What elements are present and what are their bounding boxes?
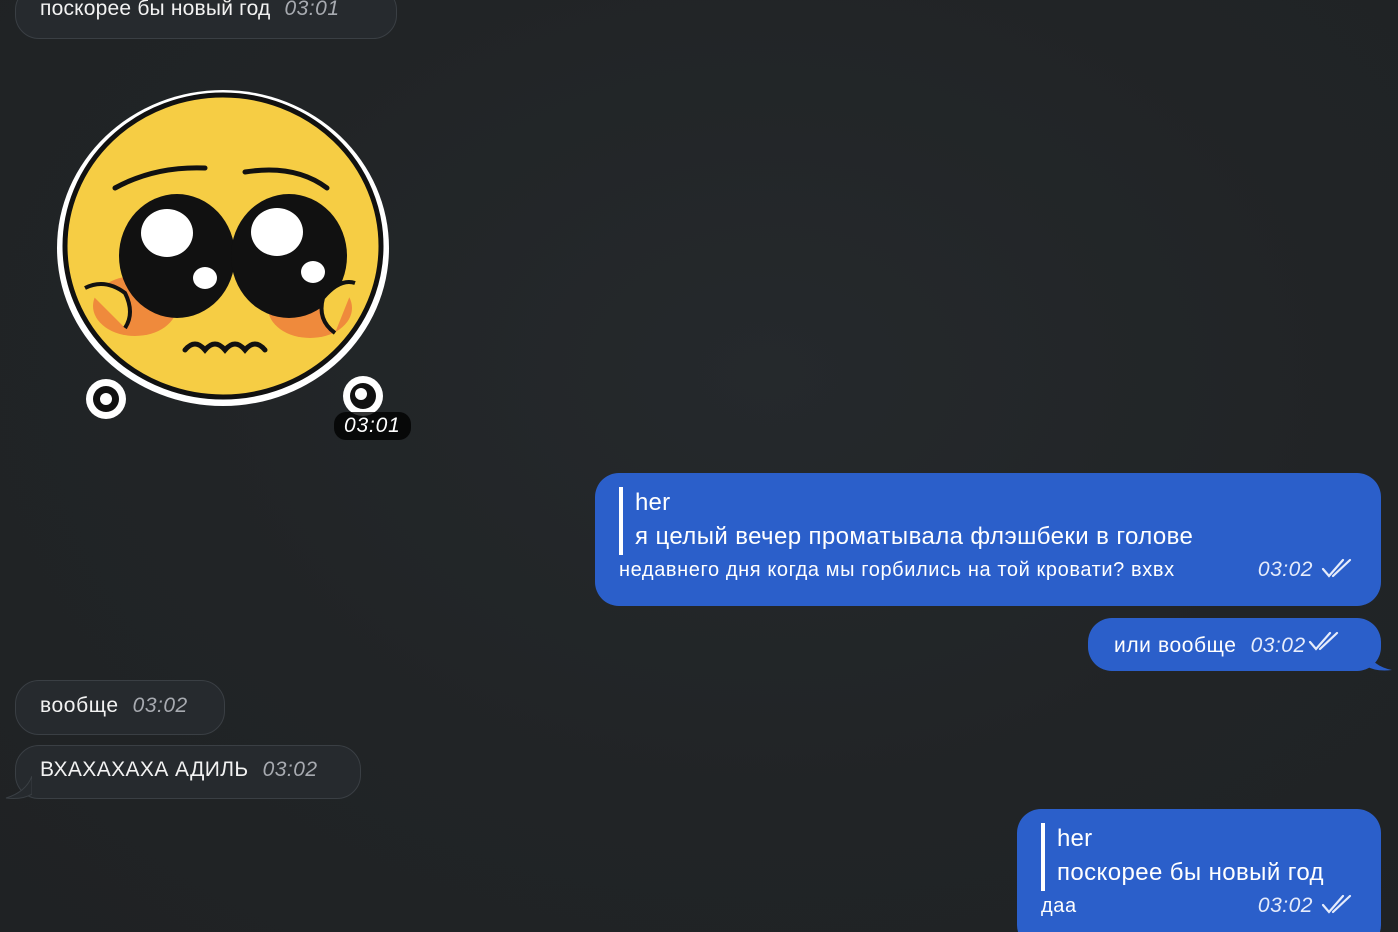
message-time: 03:02 bbox=[1250, 634, 1306, 657]
message-bubble-incoming[interactable]: ВХАХАХАХА АДИЛЬ 03:02 bbox=[15, 745, 361, 799]
pleading-face-sticker bbox=[57, 90, 389, 419]
message-time: 03:02 bbox=[1257, 558, 1313, 581]
sticker-message[interactable]: 03:01 bbox=[55, 88, 411, 440]
chat-area: поскорее бы новый год 03:01 03:01 her я … bbox=[0, 0, 1398, 932]
message-time: 03:02 bbox=[262, 758, 318, 781]
message-text: недавнего дня когда мы горбились на той … bbox=[619, 559, 1175, 581]
message-text: или вообще bbox=[1114, 634, 1237, 657]
message-bubble-outgoing[interactable]: или вообще 03:02 bbox=[1088, 618, 1381, 671]
reply-preview[interactable]: her поскорее бы новый год bbox=[1041, 823, 1353, 891]
message-bubble-incoming[interactable]: поскорее бы новый год 03:01 bbox=[15, 0, 397, 39]
bubble-tail-incoming bbox=[5, 776, 32, 799]
message-text: вообще bbox=[40, 694, 119, 717]
double-check-icon bbox=[1308, 631, 1338, 651]
message-text: поскорее бы новый год bbox=[40, 0, 271, 20]
reply-text: я целый вечер проматывала флэшбеки в гол… bbox=[635, 523, 1194, 550]
double-check-icon bbox=[1321, 558, 1352, 578]
message-bubble-incoming[interactable]: вообще 03:02 bbox=[15, 680, 225, 735]
reply-preview[interactable]: her я целый вечер проматывала флэшбеки в… bbox=[619, 487, 1353, 555]
message-time: 03:02 bbox=[132, 694, 188, 717]
message-text: даа bbox=[1041, 895, 1077, 917]
message-time: 03:01 bbox=[284, 0, 340, 20]
message-bubble-outgoing[interactable]: her поскорее бы новый год даа 03:02 bbox=[1017, 809, 1381, 932]
message-bubble-outgoing[interactable]: her я целый вечер проматывала флэшбеки в… bbox=[595, 473, 1381, 606]
message-time: 03:02 bbox=[1257, 894, 1313, 917]
bubble-tail-outgoing bbox=[1366, 650, 1392, 671]
reply-author: her bbox=[1057, 825, 1093, 852]
message-text: ВХАХАХАХА АДИЛЬ bbox=[40, 758, 249, 781]
sticker-time: 03:01 bbox=[334, 412, 411, 440]
double-check-icon bbox=[1321, 894, 1352, 914]
reply-text: поскорее бы новый год bbox=[1057, 859, 1324, 886]
reply-author: her bbox=[635, 489, 671, 516]
